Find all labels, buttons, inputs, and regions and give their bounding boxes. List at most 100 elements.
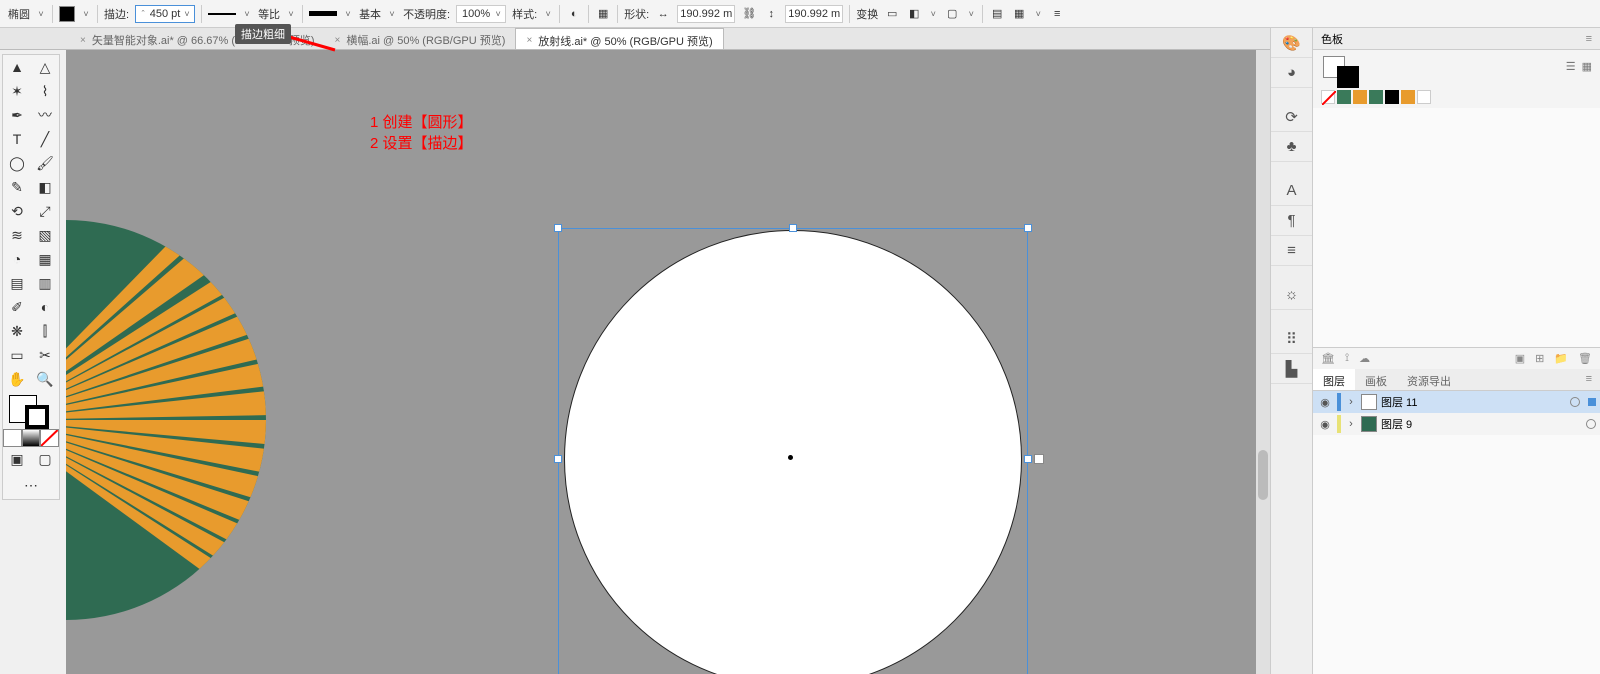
library-icon[interactable]: 🏛: [1321, 352, 1335, 365]
mesh-tool[interactable]: ▤: [3, 271, 31, 295]
align-panel-icon[interactable]: ⠿: [1271, 324, 1312, 354]
scrollbar-thumb[interactable]: [1258, 450, 1268, 500]
panel-menu-icon[interactable]: ≡: [1586, 33, 1592, 45]
edit-toolbar[interactable]: ⋯: [3, 471, 59, 499]
grid-view-icon[interactable]: ▦: [1582, 60, 1592, 73]
selection-tool[interactable]: ▲: [3, 55, 31, 79]
direct-selection-tool[interactable]: △: [31, 55, 59, 79]
paragraph-icon[interactable]: ¶: [1271, 206, 1312, 236]
symbol-spray-tool[interactable]: ❋: [3, 319, 31, 343]
new-swatch-icon[interactable]: ⊞: [1535, 352, 1544, 365]
color-well[interactable]: [3, 391, 59, 429]
pen-tool[interactable]: ✒: [3, 103, 31, 127]
live-corner-widget[interactable]: [1034, 454, 1044, 464]
layer-name[interactable]: 图层 9: [1381, 416, 1412, 432]
visibility-icon[interactable]: ◉: [1317, 418, 1333, 431]
list-icon[interactable]: ≡: [1049, 6, 1065, 22]
transform-icon[interactable]: ▭: [884, 6, 900, 22]
show-kind-icon[interactable]: ⟟: [1345, 352, 1349, 365]
scale-tool[interactable]: ⤢: [31, 199, 59, 223]
arrange2-icon[interactable]: ▦: [1011, 6, 1027, 22]
arrange-icon[interactable]: ▤: [989, 6, 1005, 22]
screen-mode-full[interactable]: ▢: [31, 447, 59, 471]
shaper-tool[interactable]: ✎: [3, 175, 31, 199]
fill-dropdown[interactable]: ˅: [81, 9, 91, 19]
type-tool[interactable]: T: [3, 127, 31, 151]
visibility-icon[interactable]: ◉: [1317, 396, 1333, 409]
selection-bounding-box[interactable]: [558, 228, 1028, 674]
magic-wand-tool[interactable]: ✶: [3, 79, 31, 103]
tab-layers[interactable]: 图层: [1313, 369, 1355, 390]
eyedropper-tool[interactable]: ✐: [3, 295, 31, 319]
pathfinder-icon[interactable]: ▙: [1271, 354, 1312, 384]
handle-mr[interactable]: [1024, 455, 1032, 463]
hand-tool[interactable]: ✋: [3, 367, 31, 391]
curvature-tool[interactable]: 〰: [31, 103, 59, 127]
shape-builder-tool[interactable]: ◔: [3, 247, 31, 271]
lasso-tool[interactable]: ⌇: [31, 79, 59, 103]
handle-tr[interactable]: [1024, 224, 1032, 232]
list-view-icon[interactable]: ☰: [1566, 60, 1576, 73]
gradient-tool[interactable]: ▥: [31, 271, 59, 295]
vertical-scrollbar[interactable]: [1256, 50, 1270, 674]
line-tool[interactable]: ╱: [31, 127, 59, 151]
layer-row[interactable]: ◉ › 图层 9: [1313, 413, 1600, 435]
width-tool[interactable]: ≋: [3, 223, 31, 247]
swatch-fill-stroke[interactable]: ☰ ▦: [1313, 50, 1600, 86]
shape-dropdown[interactable]: ˅: [36, 9, 46, 19]
symbols-icon[interactable]: ♣: [1271, 132, 1312, 162]
ellipse-tool[interactable]: ◯: [3, 151, 31, 175]
swatch-item[interactable]: [1401, 90, 1415, 104]
rotate-tool[interactable]: ⟲: [3, 199, 31, 223]
swatch-item[interactable]: [1385, 90, 1399, 104]
target-icon[interactable]: [1586, 419, 1596, 429]
slice-tool[interactable]: ✂: [31, 343, 59, 367]
tab-2[interactable]: ×放射线.ai* @ 50% (RGB/GPU 预览): [515, 28, 723, 49]
mask-icon[interactable]: ▢: [944, 6, 960, 22]
color-guide-icon[interactable]: ◕: [1271, 58, 1312, 88]
stroke-panel-icon[interactable]: ⟳: [1271, 102, 1312, 132]
stroke-weight-input[interactable]: ˆ 450 pt ˅: [135, 5, 195, 23]
paintbrush-tool[interactable]: 🖌: [31, 151, 59, 175]
fill-swatch[interactable]: [59, 6, 75, 22]
perspective-tool[interactable]: ▦: [31, 247, 59, 271]
tab-artboards[interactable]: 画板: [1355, 369, 1397, 390]
align-icon[interactable]: ▦: [595, 6, 611, 22]
properties-icon[interactable]: ☼: [1271, 280, 1312, 310]
zoom-tool[interactable]: 🔍: [31, 367, 59, 391]
close-icon[interactable]: ×: [526, 35, 532, 46]
eraser-tool[interactable]: ◧: [31, 175, 59, 199]
expand-icon[interactable]: ›: [1345, 418, 1357, 430]
column-graph-tool[interactable]: ⫿: [31, 319, 59, 343]
swatches-panel-header[interactable]: 色板 ≡: [1313, 28, 1600, 50]
shape-height[interactable]: 190.992 m: [785, 5, 843, 23]
swatch-item[interactable]: [1337, 90, 1351, 104]
link-wh-icon[interactable]: ⛓: [741, 6, 757, 22]
swatch-item[interactable]: [1417, 90, 1431, 104]
recolor-icon[interactable]: ◐: [566, 6, 582, 22]
close-icon[interactable]: ×: [335, 35, 341, 46]
canvas[interactable]: [66, 50, 1270, 674]
expand-icon[interactable]: ›: [1345, 396, 1357, 408]
folder-icon[interactable]: 📁: [1554, 352, 1568, 365]
tab-asset-export[interactable]: 资源导出: [1397, 369, 1461, 390]
swatch-item[interactable]: [1369, 90, 1383, 104]
isolate-icon[interactable]: ◧: [906, 6, 922, 22]
cloud-icon[interactable]: ☁: [1359, 352, 1370, 365]
stroke-profile-dash[interactable]: [208, 13, 236, 15]
color-panel-icon[interactable]: 🎨: [1271, 28, 1312, 58]
free-transform-tool[interactable]: ▧: [31, 223, 59, 247]
brush-preview[interactable]: [309, 11, 337, 16]
shape-width[interactable]: 190.992 m: [677, 5, 735, 23]
handle-ml[interactable]: [554, 455, 562, 463]
handle-tm[interactable]: [789, 224, 797, 232]
blend-tool[interactable]: ◐: [31, 295, 59, 319]
opacity-input[interactable]: 100% ˅: [456, 5, 506, 23]
color-mode-row[interactable]: [3, 429, 59, 447]
character-icon[interactable]: A: [1271, 176, 1312, 206]
swatch-none[interactable]: [1321, 90, 1335, 104]
swatch-item[interactable]: [1353, 90, 1367, 104]
panel-menu-icon[interactable]: ≡: [1578, 369, 1600, 390]
opentype-icon[interactable]: ≡: [1271, 236, 1312, 266]
target-icon[interactable]: [1570, 397, 1580, 407]
